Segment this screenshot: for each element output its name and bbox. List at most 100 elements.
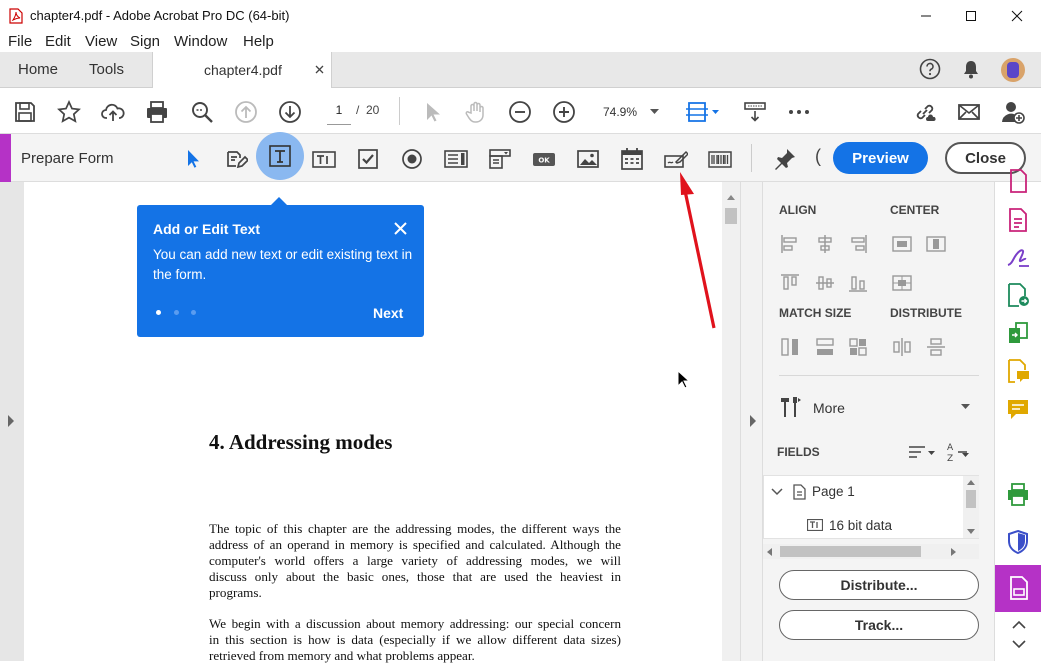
align-top-icon[interactable] xyxy=(779,272,801,294)
tree-hscroll-thumb[interactable] xyxy=(780,546,921,557)
cloud-upload-button[interactable] xyxy=(100,99,126,125)
tree-scroll-thumb[interactable] xyxy=(966,490,976,508)
left-panel-expand-icon[interactable] xyxy=(7,415,15,427)
minimize-button[interactable] xyxy=(903,0,949,31)
zoom-in-button[interactable] xyxy=(551,99,577,125)
scroll-up-icon[interactable] xyxy=(727,194,735,200)
menu-sign[interactable]: Sign xyxy=(130,33,160,50)
tree-page-node[interactable]: Page 1 xyxy=(812,484,855,499)
page-number-input[interactable]: 1 xyxy=(327,103,351,125)
notifications-bell-icon[interactable] xyxy=(961,59,981,79)
sort-alphabetical-icon[interactable]: AZ xyxy=(947,441,971,463)
email-button[interactable] xyxy=(956,99,982,125)
fill-sign-icon[interactable] xyxy=(1005,244,1031,270)
align-bottom-icon[interactable] xyxy=(847,272,869,294)
text-field-tool[interactable] xyxy=(311,146,337,172)
menu-edit[interactable]: Edit xyxy=(45,33,71,50)
scroll-right-icon[interactable] xyxy=(951,548,956,556)
print-production-icon[interactable] xyxy=(1005,482,1031,508)
menu-window[interactable]: Window xyxy=(174,33,227,50)
distribute-horizontal-icon[interactable] xyxy=(891,336,913,358)
menu-help[interactable]: Help xyxy=(243,33,274,50)
zoom-select[interactable]: 74.9% xyxy=(595,101,665,123)
select-object-tool[interactable] xyxy=(179,146,205,172)
document-scroll-thumb[interactable] xyxy=(725,208,737,224)
radio-button-tool[interactable] xyxy=(399,146,425,172)
next-page-button[interactable] xyxy=(277,99,303,125)
align-center-horizontal-icon[interactable] xyxy=(814,233,836,255)
preview-button[interactable]: Preview xyxy=(833,142,928,174)
rail-scroll-up-icon[interactable] xyxy=(1012,620,1026,629)
window-close-button[interactable] xyxy=(994,0,1040,31)
tooltip-next-button[interactable]: Next xyxy=(373,305,403,321)
dropdown-tool[interactable] xyxy=(487,146,513,172)
tab-close-icon[interactable] xyxy=(315,65,324,74)
tree-expand-icon[interactable] xyxy=(771,488,783,496)
track-button[interactable]: Track... xyxy=(779,610,979,640)
select-tool-button[interactable] xyxy=(419,99,445,125)
edit-text-tool[interactable] xyxy=(223,146,249,172)
align-middle-icon[interactable] xyxy=(814,272,836,294)
align-right-icon[interactable] xyxy=(847,233,869,255)
image-field-tool[interactable] xyxy=(575,146,601,172)
menu-view[interactable]: View xyxy=(85,33,117,50)
distribute-vertical-icon[interactable] xyxy=(925,336,947,358)
user-avatar[interactable] xyxy=(1001,58,1025,82)
tree-horizontal-scrollbar[interactable] xyxy=(763,544,979,559)
add-person-button[interactable] xyxy=(1000,99,1026,125)
match-height-icon[interactable] xyxy=(779,336,801,358)
button-tool[interactable]: OK xyxy=(531,146,557,172)
sort-options-icon[interactable] xyxy=(908,444,936,460)
distribute-button[interactable]: Distribute... xyxy=(779,570,979,600)
pin-toolbar-button[interactable] xyxy=(772,146,798,172)
more-label[interactable]: More xyxy=(813,400,845,416)
scroll-left-icon[interactable] xyxy=(767,548,772,556)
match-width-icon[interactable] xyxy=(814,336,836,358)
chevron-down-icon[interactable] xyxy=(961,404,970,410)
prepare-form-tool-active[interactable] xyxy=(995,565,1041,612)
checkbox-tool[interactable] xyxy=(355,146,381,172)
scrolling-mode-button[interactable] xyxy=(742,99,768,125)
align-left-icon[interactable] xyxy=(779,233,801,255)
print-button[interactable] xyxy=(144,99,170,125)
bookmark-button[interactable] xyxy=(56,99,82,125)
scroll-up-icon[interactable] xyxy=(967,480,975,485)
date-field-tool[interactable] xyxy=(619,146,645,172)
list-box-tool[interactable] xyxy=(443,146,469,172)
menu-file[interactable]: File xyxy=(8,33,32,50)
tooltip-page-dot-active[interactable] xyxy=(156,310,161,315)
tree-field-node[interactable]: 16 bit data xyxy=(829,518,892,533)
tab-home[interactable]: Home xyxy=(18,61,58,78)
comment-icon[interactable] xyxy=(1005,396,1031,422)
tab-tools[interactable]: Tools xyxy=(89,61,124,78)
tab-document[interactable]: chapter4.pdf xyxy=(152,52,332,89)
tooltip-page-dot[interactable] xyxy=(174,310,179,315)
scroll-down-icon[interactable] xyxy=(967,529,975,534)
tree-vertical-scrollbar[interactable] xyxy=(963,476,979,538)
more-tools-button[interactable] xyxy=(786,99,812,125)
share-link-button[interactable] xyxy=(912,99,938,125)
comment-document-icon[interactable] xyxy=(1005,358,1031,384)
match-both-icon[interactable] xyxy=(847,336,869,358)
center-horizontally-icon[interactable] xyxy=(891,233,913,255)
center-both-icon[interactable] xyxy=(891,272,913,294)
organize-pages-icon[interactable] xyxy=(1005,320,1031,346)
zoom-out-button[interactable] xyxy=(507,99,533,125)
find-button[interactable] xyxy=(189,99,215,125)
save-button[interactable] xyxy=(12,99,38,125)
create-pdf-icon[interactable] xyxy=(1005,207,1031,233)
send-for-signature-icon[interactable] xyxy=(1005,282,1031,308)
right-panel-collapse-strip[interactable] xyxy=(740,182,762,661)
maximize-button[interactable] xyxy=(948,0,994,31)
center-vertically-icon[interactable] xyxy=(925,233,947,255)
previous-page-button[interactable] xyxy=(233,99,259,125)
document-scrollbar[interactable] xyxy=(722,182,740,661)
text-field-tool-highlight[interactable] xyxy=(256,132,304,180)
protect-shield-icon[interactable] xyxy=(1005,529,1031,555)
help-icon[interactable] xyxy=(919,58,941,80)
export-pdf-icon[interactable] xyxy=(1005,168,1031,194)
tooltip-page-dot[interactable] xyxy=(191,310,196,315)
tooltip-close-icon[interactable] xyxy=(394,222,407,235)
collapse-arrow-icon[interactable] xyxy=(749,415,757,427)
fit-page-button[interactable] xyxy=(686,99,722,125)
